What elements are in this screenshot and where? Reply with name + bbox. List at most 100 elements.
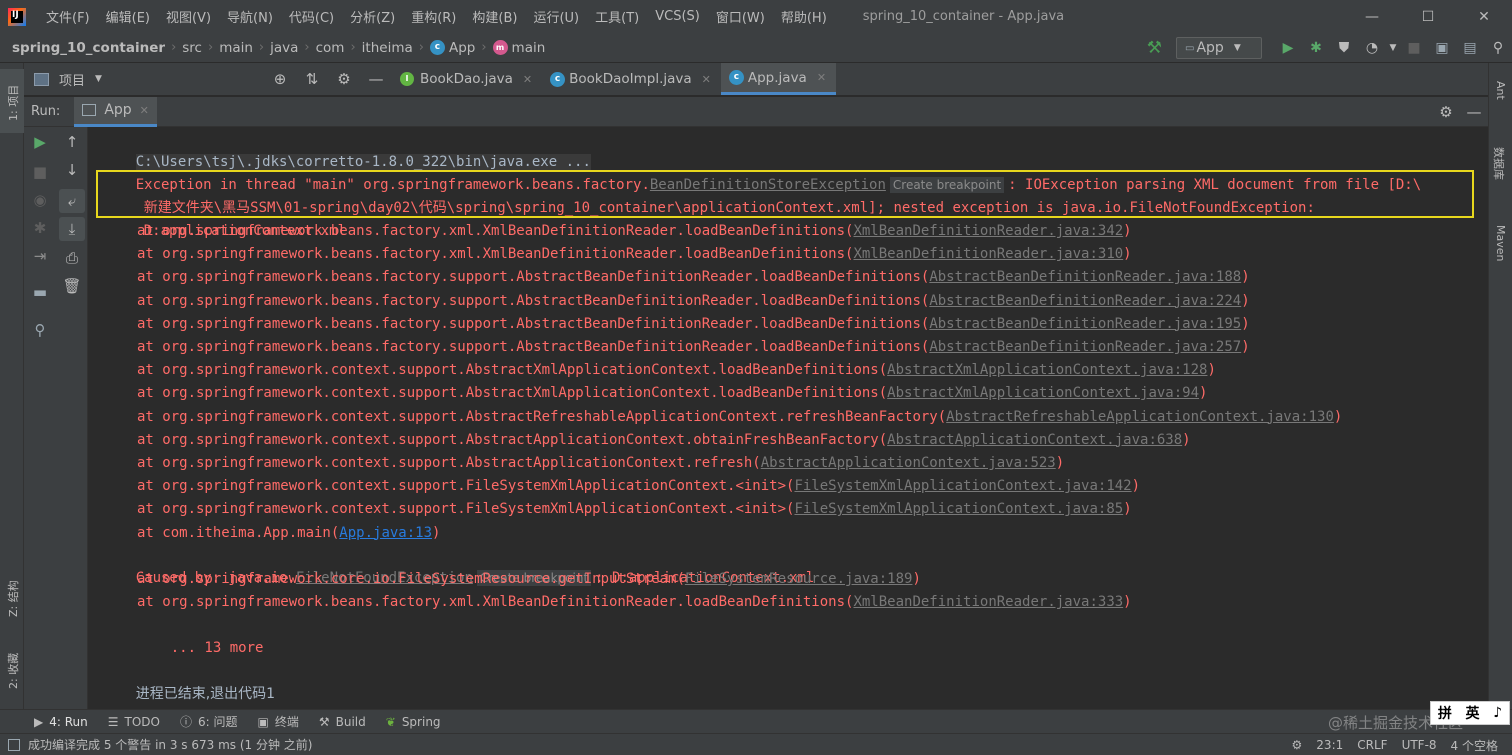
- coverage-icon[interactable]: ⛊: [1330, 40, 1358, 56]
- source-link[interactable]: XmlBeanDefinitionReader.java:333: [853, 594, 1123, 610]
- menu-tools[interactable]: 工具(T): [587, 7, 647, 26]
- chevron-down-icon[interactable]: ▼: [95, 74, 102, 84]
- source-link[interactable]: FileSystemResource.java:189: [685, 571, 913, 587]
- maven-tool-button[interactable]: Maven: [1489, 207, 1512, 267]
- source-link[interactable]: AbstractXmlApplicationContext.java:128: [887, 362, 1207, 378]
- breadcrumb-project[interactable]: spring_10_container: [12, 40, 165, 56]
- source-link[interactable]: AbstractApplicationContext.java:638: [887, 432, 1182, 448]
- menu-navigate[interactable]: 导航(N): [219, 7, 281, 26]
- trash-icon[interactable]: 🗑: [56, 277, 88, 295]
- source-link[interactable]: XmlBeanDefinitionReader.java:310: [853, 246, 1123, 262]
- project-panel-title[interactable]: 项目: [59, 70, 85, 89]
- status-message[interactable]: 成功编译完成 5 个警告 in 3 s 673 ms (1 分钟 之前): [28, 736, 312, 753]
- tab-terminal[interactable]: ▣ 终端: [258, 713, 299, 730]
- menu-refactor[interactable]: 重构(R): [403, 7, 464, 26]
- tab-app[interactable]: c App.java ✕: [720, 63, 837, 95]
- soft-wrap-icon[interactable]: ⤶: [59, 189, 85, 213]
- search-icon[interactable]: ⚲: [1484, 40, 1512, 56]
- profile-icon[interactable]: ◔: [1358, 40, 1386, 56]
- run-icon[interactable]: ▶: [1274, 40, 1302, 56]
- close-icon[interactable]: ✕: [1456, 0, 1512, 33]
- source-link[interactable]: AbstractBeanDefinitionReader.java:195: [929, 316, 1241, 332]
- arrow-down-icon[interactable]: ↓: [56, 161, 88, 179]
- scroll-to-end-icon[interactable]: ⤓: [59, 217, 85, 241]
- menu-analyze[interactable]: 分析(Z): [342, 7, 403, 26]
- source-link[interactable]: FileSystemXmlApplicationContext.java:142: [794, 478, 1131, 494]
- build-hammer-icon[interactable]: ⚒: [1147, 38, 1162, 58]
- minimize-icon[interactable]: —: [1344, 0, 1400, 33]
- source-link[interactable]: AbstractRefreshableApplicationContext.ja…: [946, 409, 1334, 425]
- exit-icon[interactable]: ⇥: [24, 247, 56, 265]
- menu-code[interactable]: 代码(C): [281, 7, 342, 26]
- hide-icon[interactable]: —: [360, 70, 392, 88]
- tab-problems[interactable]: ⓘ 6: 问题: [180, 713, 238, 730]
- database-tool-button[interactable]: 数据库: [1489, 131, 1512, 195]
- breadcrumb-method[interactable]: m main: [492, 40, 545, 56]
- pin-icon[interactable]: ⚲: [24, 321, 56, 339]
- collapse-all-icon[interactable]: ⇅: [296, 70, 328, 88]
- tab-build[interactable]: ⚒ Build: [319, 715, 366, 729]
- close-icon[interactable]: ✕: [702, 73, 711, 86]
- caret-position[interactable]: 23:1: [1316, 738, 1343, 752]
- project-structure-icon[interactable]: ▣: [1428, 40, 1456, 56]
- menu-help[interactable]: 帮助(H): [773, 7, 835, 26]
- breadcrumb-itheima[interactable]: itheima: [362, 40, 413, 56]
- arrow-up-icon[interactable]: ↑: [56, 133, 88, 151]
- run-tab-app[interactable]: App ✕: [74, 96, 157, 127]
- menu-view[interactable]: 视图(V): [158, 7, 219, 26]
- structure-tool-button[interactable]: Z: 结构: [0, 563, 24, 623]
- source-link[interactable]: AbstractApplicationContext.java:523: [761, 455, 1056, 471]
- rerun-icon[interactable]: ▶: [24, 133, 56, 151]
- menu-run[interactable]: 运行(U): [525, 7, 587, 26]
- maximize-icon[interactable]: ☐: [1400, 0, 1456, 33]
- close-icon[interactable]: ✕: [817, 71, 826, 84]
- breadcrumb-src[interactable]: src: [182, 40, 202, 56]
- tab-run[interactable]: ▶ 4: Run: [34, 715, 88, 729]
- debug-icon[interactable]: ✱: [1302, 40, 1330, 56]
- breadcrumb-app[interactable]: c App: [429, 40, 475, 56]
- stop-icon[interactable]: ■: [1400, 40, 1428, 56]
- ant-tool-button[interactable]: Ant: [1489, 71, 1512, 115]
- file-encoding[interactable]: UTF-8: [1402, 738, 1437, 752]
- debug-icon[interactable]: ✱: [24, 219, 56, 237]
- source-link[interactable]: XmlBeanDefinitionReader.java:342: [853, 223, 1123, 239]
- favorites-tool-button[interactable]: 2: 收藏: [0, 639, 24, 699]
- menu-edit[interactable]: 编辑(E): [98, 7, 158, 26]
- gear-icon[interactable]: ⚙: [328, 70, 360, 88]
- source-link[interactable]: App.java:13: [339, 525, 432, 541]
- menu-file[interactable]: 文件(F): [38, 7, 98, 26]
- camera-icon[interactable]: ◉: [24, 191, 56, 209]
- close-icon[interactable]: ✕: [140, 104, 149, 117]
- gear-icon[interactable]: ⚙: [1432, 103, 1460, 121]
- tab-bookdaoimpl[interactable]: c BookDaoImpl.java ✕: [542, 63, 721, 95]
- indent-setting[interactable]: 4 个空格: [1451, 737, 1498, 754]
- source-link[interactable]: AbstractBeanDefinitionReader.java:188: [929, 269, 1241, 285]
- status-toggle-icon[interactable]: [8, 738, 20, 751]
- tab-spring[interactable]: ❦ Spring: [386, 715, 441, 729]
- tab-bookdao[interactable]: I BookDao.java ✕: [392, 63, 542, 95]
- source-link[interactable]: AbstractBeanDefinitionReader.java:257: [929, 339, 1241, 355]
- source-link[interactable]: FileSystemXmlApplicationContext.java:85: [794, 501, 1123, 517]
- project-tool-button[interactable]: 1: 项目: [0, 69, 24, 133]
- line-separator[interactable]: CRLF: [1357, 738, 1387, 752]
- menu-vcs[interactable]: VCS(S): [647, 9, 708, 24]
- locate-icon[interactable]: ⊕: [264, 70, 296, 88]
- menu-window[interactable]: 窗口(W): [708, 7, 773, 26]
- breadcrumb-main[interactable]: main: [219, 40, 253, 56]
- run-config-selector[interactable]: ▭ App ▼: [1176, 37, 1262, 59]
- close-icon[interactable]: ✕: [523, 73, 532, 86]
- event-log-icon[interactable]: ⚙: [1292, 738, 1303, 752]
- layout-icon[interactable]: ▬: [24, 283, 56, 301]
- console-output[interactable]: C:\Users\tsj\.jdks\corretto-1.8.0_322\bi…: [88, 127, 1488, 709]
- print-icon[interactable]: ⎙: [56, 249, 88, 267]
- ime-indicator[interactable]: 拼 英 ♪: [1430, 701, 1510, 725]
- layout-icon[interactable]: ▤: [1456, 40, 1484, 56]
- breadcrumb-java[interactable]: java: [270, 40, 298, 56]
- hide-icon[interactable]: —: [1460, 103, 1488, 121]
- source-link[interactable]: AbstractXmlApplicationContext.java:94: [887, 385, 1199, 401]
- menu-build[interactable]: 构建(B): [464, 7, 525, 26]
- chevron-down-icon[interactable]: ▼: [1386, 43, 1400, 53]
- breadcrumb-com[interactable]: com: [316, 40, 345, 56]
- tab-todo[interactable]: ☰ TODO: [108, 715, 160, 729]
- stop-icon[interactable]: ■: [24, 163, 56, 181]
